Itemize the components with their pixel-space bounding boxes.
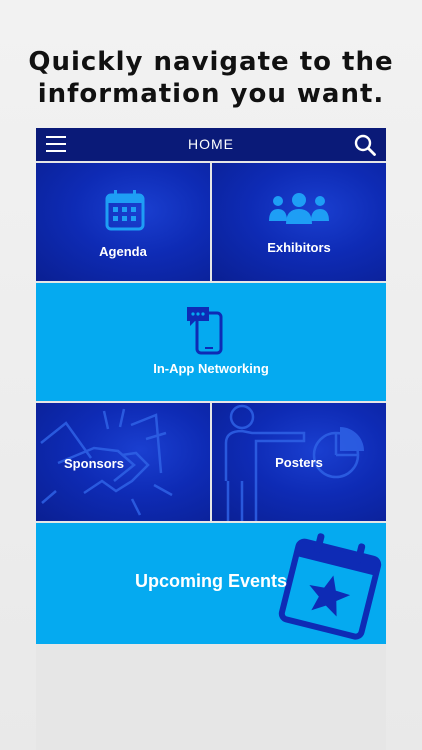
calendar-icon (105, 190, 145, 231)
phone-chat-icon (187, 307, 223, 355)
tile-agenda[interactable]: Agenda (36, 163, 210, 281)
top-bar: HOME (36, 128, 386, 161)
tile-exhibitors[interactable]: Exhibitors (212, 163, 386, 281)
upcoming-events-label: Upcoming Events (134, 571, 288, 591)
tile-upcoming-events[interactable]: Upcoming Events (36, 523, 386, 644)
tile-networking[interactable]: In-App Networking (36, 283, 386, 401)
networking-label: In-App Networking (153, 361, 269, 376)
tile-posters[interactable]: Posters (212, 403, 386, 521)
tile-sponsors[interactable]: Sponsors (36, 403, 210, 521)
posters-label: Posters (275, 455, 323, 470)
empty-content-area (36, 644, 386, 750)
agenda-label: Agenda (99, 244, 147, 259)
sponsors-label: Sponsors (64, 456, 124, 471)
search-icon[interactable] (354, 134, 376, 156)
promo-headline: Quickly navigate to the information you … (28, 47, 394, 109)
people-group-icon (269, 193, 329, 224)
exhibitors-label: Exhibitors (267, 240, 331, 255)
phone-screen: HOME Agenda Exhibitors In-App Networking… (36, 128, 386, 750)
page-title: HOME (188, 136, 234, 152)
